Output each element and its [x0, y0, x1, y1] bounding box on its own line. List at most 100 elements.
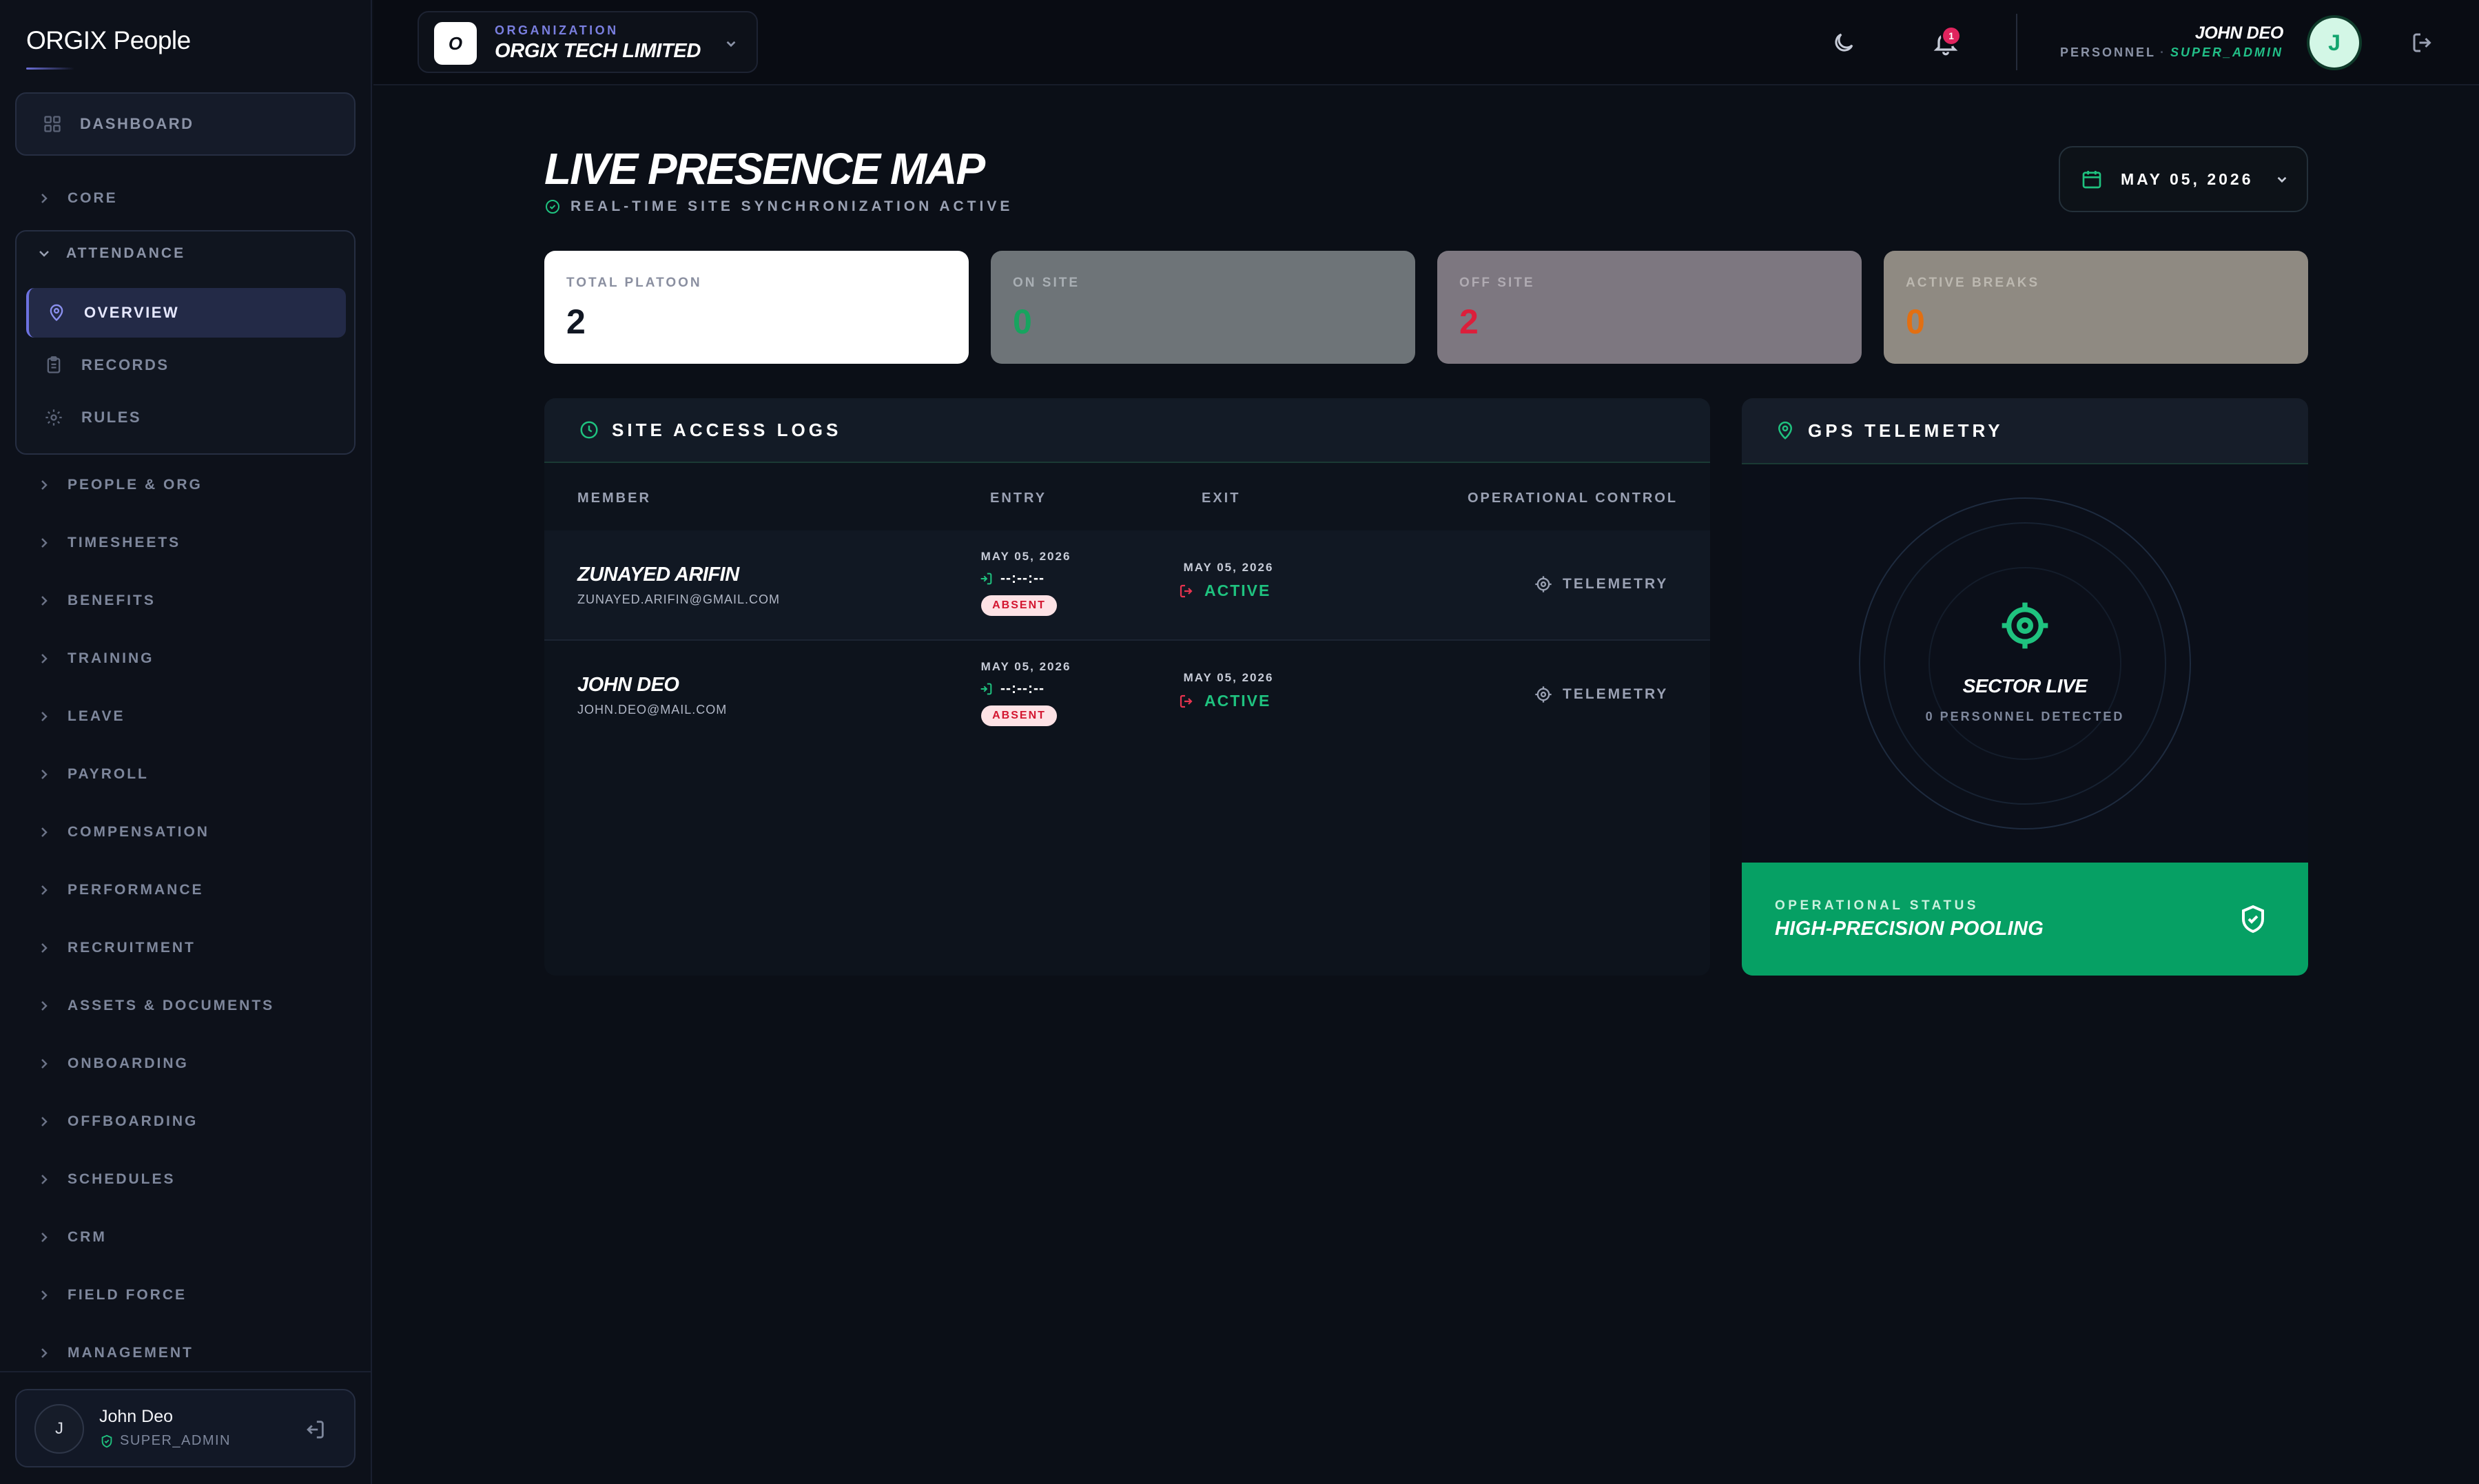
logout-icon[interactable]: [303, 1418, 327, 1441]
chevron-right-icon: [41, 654, 48, 663]
sidebar-item-core[interactable]: CORE: [15, 178, 356, 219]
table-row: ZUNAYED ARIFIN ZUNAYED.ARIFIN@GMAIL.COM …: [544, 530, 1710, 639]
shield-icon: [101, 1434, 112, 1447]
chevron-down-icon: [2277, 176, 2286, 183]
sidebar-item-people-org[interactable]: PEOPLE & ORG: [15, 464, 356, 506]
stat-label: ON SITE: [1013, 276, 1080, 290]
sidebar-item-crm[interactable]: CRM: [15, 1217, 356, 1258]
org-name: ORGIX TECH LIMITED: [495, 40, 701, 62]
status-badge: ABSENT: [981, 595, 1057, 616]
telemetry-button[interactable]: TELEMETRY: [1534, 685, 1668, 704]
sidebar-user-card[interactable]: J John Deo SUPER_ADMIN: [15, 1389, 356, 1467]
sidebar-item-schedules[interactable]: SCHEDULES: [15, 1159, 356, 1200]
calendar-icon: [2082, 171, 2101, 189]
status-badge: ABSENT: [981, 705, 1057, 726]
column-header-entry: ENTRY: [990, 491, 1047, 506]
stat-label: ACTIVE BREAKS: [1906, 276, 2040, 290]
operational-status-banner: OPERATIONAL STATUS HIGH-PRECISION POOLIN…: [1742, 863, 2308, 976]
top-bar-divider: [2016, 14, 2017, 70]
stat-label: OFF SITE: [1459, 276, 1535, 290]
page-subtitle: REAL-TIME SITE SYNCHRONIZATION ACTIVE: [544, 198, 1013, 215]
sidebar-item-training[interactable]: TRAINING: [15, 638, 356, 679]
user-title: PERSONNEL: [2059, 45, 2156, 59]
sidebar-item-assets-documents[interactable]: ASSETS & DOCUMENTS: [15, 985, 356, 1027]
sidebar-item-onboarding[interactable]: ONBOARDING: [15, 1043, 356, 1084]
stat-card-total-platoon[interactable]: TOTAL PLATOON 2: [544, 251, 969, 364]
sidebar-item-label: ATTENDANCE: [66, 245, 186, 261]
top-bar: O ORGANIZATION ORGIX TECH LIMITED 1 JOHN…: [373, 0, 2479, 85]
entry-time: --:--:--: [978, 570, 1045, 587]
crosshair-icon: [1535, 686, 1552, 703]
entry-time-value: --:--:--: [1000, 681, 1045, 697]
sidebar-item-overview[interactable]: OVERVIEW: [26, 288, 346, 338]
crosshair-icon: [1535, 576, 1552, 592]
sidebar-item-label: DASHBOARD: [80, 115, 194, 132]
chevron-down-icon: [726, 41, 736, 48]
clipboard-icon: [47, 356, 61, 373]
sidebar-item-label: ONBOARDING: [68, 1055, 189, 1071]
org-caption: ORGANIZATION: [495, 23, 619, 37]
sync-status-text: REAL-TIME SITE SYNCHRONIZATION ACTIVE: [570, 198, 1014, 214]
top-user-name: JOHN DEO: [2194, 23, 2283, 43]
sidebar-item-performance[interactable]: PERFORMANCE: [15, 869, 356, 911]
avatar[interactable]: J: [34, 1404, 84, 1454]
moon-icon[interactable]: [1831, 30, 1856, 55]
exit-date: MAY 05, 2026: [1183, 561, 1274, 574]
sidebar-item-label: RECORDS: [81, 356, 169, 373]
sidebar-item-timesheets[interactable]: TIMESHEETS: [15, 522, 356, 564]
sidebar-item-label: LEAVE: [68, 708, 125, 724]
entry-time: --:--:--: [978, 681, 1045, 697]
sidebar-item-offboarding[interactable]: OFFBOARDING: [15, 1101, 356, 1142]
notification-badge: 1: [1943, 28, 1959, 44]
sidebar-item-label: PAYROLL: [68, 766, 149, 782]
organization-switcher[interactable]: O ORGANIZATION ORGIX TECH LIMITED: [418, 11, 758, 73]
date-picker[interactable]: MAY 05, 2026: [2059, 146, 2308, 212]
sidebar-item-compensation[interactable]: COMPENSATION: [15, 812, 356, 853]
sidebar-item-label: FIELD FORCE: [68, 1287, 187, 1303]
stat-value: 2: [1459, 302, 1479, 341]
sidebar-item-dashboard[interactable]: DASHBOARD: [15, 92, 356, 156]
sidebar-item-label: COMPENSATION: [68, 824, 209, 840]
telemetry-button[interactable]: TELEMETRY: [1534, 575, 1668, 594]
chevron-right-icon: [41, 712, 48, 721]
sidebar-item-rules[interactable]: RULES: [26, 393, 346, 442]
column-header-operational-control: OPERATIONAL CONTROL: [1468, 491, 1678, 506]
sidebar-group-attendance: ATTENDANCE OVERVIEW RECORDS RULES: [15, 230, 356, 455]
login-icon: [980, 573, 992, 585]
sidebar-item-label: ASSETS & DOCUMENTS: [68, 998, 275, 1013]
site-access-logs-panel: SITE ACCESS LOGS MEMBER ENTRY EXIT OPERA…: [544, 398, 1710, 976]
stat-card-off-site[interactable]: OFF SITE 2: [1437, 251, 1862, 364]
chevron-right-icon: [41, 194, 48, 203]
gps-telemetry-panel: GPS TELEMETRY SECTOR LIVE 0 PERSONNEL DE…: [1742, 398, 2308, 976]
sidebar-item-benefits[interactable]: BENEFITS: [15, 580, 356, 621]
chevron-right-icon: [41, 1348, 48, 1358]
personnel-detected: 0 PERSONNEL DETECTED: [1925, 710, 2125, 723]
chevron-down-icon: [39, 251, 49, 257]
sidebar-item-records[interactable]: RECORDS: [26, 340, 346, 390]
brand-underline: [26, 68, 74, 70]
chevron-right-icon: [41, 1059, 48, 1069]
exit-status-label: ACTIVE: [1204, 581, 1271, 599]
sidebar-item-management[interactable]: MANAGEMENT: [15, 1332, 356, 1374]
chevron-right-icon: [41, 770, 48, 779]
sidebar-item-recruitment[interactable]: RECRUITMENT: [15, 927, 356, 969]
sidebar-item-label: RULES: [81, 409, 142, 426]
sidebar-item-payroll[interactable]: PAYROLL: [15, 754, 356, 795]
sidebar-item-attendance[interactable]: ATTENDANCE: [36, 245, 185, 262]
login-icon: [980, 683, 992, 695]
logout-icon[interactable]: [2410, 30, 2435, 55]
sidebar-item-leave[interactable]: LEAVE: [15, 696, 356, 737]
sidebar-item-label: CORE: [68, 190, 118, 206]
status-value: HIGH-PRECISION POOLING: [1775, 918, 2044, 940]
sidebar-item-field-force[interactable]: FIELD FORCE: [15, 1275, 356, 1316]
stat-card-on-site[interactable]: ON SITE 0: [991, 251, 1415, 364]
check-circle-icon: [546, 200, 559, 214]
member-name: ZUNAYED ARIFIN: [577, 564, 739, 586]
stat-value: 2: [566, 302, 586, 341]
app-brand[interactable]: ORGIX People: [26, 26, 191, 55]
telemetry-label: TELEMETRY: [1563, 576, 1669, 592]
entry-date: MAY 05, 2026: [980, 660, 1071, 673]
stat-card-active-breaks[interactable]: ACTIVE BREAKS 0: [1884, 251, 2308, 364]
user-role-label: SUPER_ADMIN: [120, 1433, 231, 1448]
avatar[interactable]: J: [2310, 18, 2359, 68]
